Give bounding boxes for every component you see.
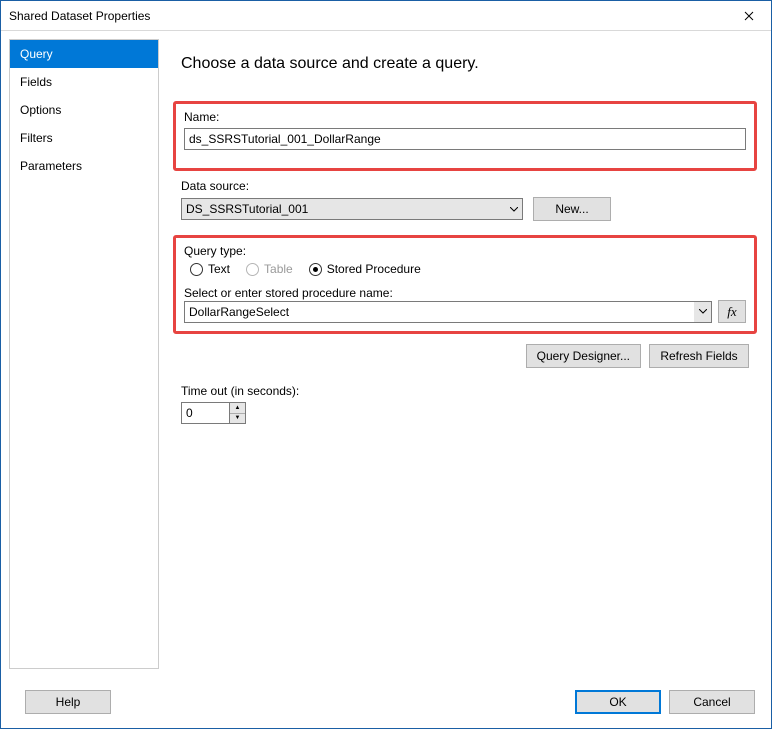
- radio-icon: [246, 263, 259, 276]
- spinner-up-icon[interactable]: ▲: [230, 403, 245, 414]
- refresh-fields-button[interactable]: Refresh Fields: [649, 344, 749, 368]
- sidebar-item-query[interactable]: Query: [10, 40, 158, 68]
- sp-name-select[interactable]: DollarRangeSelect: [184, 301, 712, 323]
- radio-table-label: Table: [264, 262, 293, 276]
- name-highlight: Name:: [173, 101, 757, 171]
- querytype-label: Query type:: [184, 244, 246, 258]
- chevron-down-icon: [694, 302, 711, 322]
- timeout-label: Time out (in seconds):: [181, 384, 749, 398]
- sp-name-value: DollarRangeSelect: [189, 305, 289, 319]
- querytype-highlight: Query type: Text Table Stored Procedure …: [173, 235, 757, 334]
- radio-text-label: Text: [208, 262, 230, 276]
- cancel-button[interactable]: Cancel: [669, 690, 755, 714]
- name-input[interactable]: [184, 128, 746, 150]
- close-button[interactable]: [726, 1, 771, 31]
- sidebar-item-fields[interactable]: Fields: [10, 68, 158, 96]
- sidebar-item-filters[interactable]: Filters: [10, 124, 158, 152]
- sidebar-item-parameters[interactable]: Parameters: [10, 152, 158, 180]
- radio-table: Table: [246, 262, 293, 276]
- fx-expression-button[interactable]: fx: [718, 300, 746, 323]
- content-pane: Choose a data source and create a query.…: [159, 31, 771, 677]
- query-designer-button[interactable]: Query Designer...: [526, 344, 641, 368]
- chevron-down-icon: [505, 199, 522, 219]
- new-datasource-button[interactable]: New...: [533, 197, 611, 221]
- radio-icon: [190, 263, 203, 276]
- close-icon: [744, 11, 754, 21]
- sp-name-label: Select or enter stored procedure name:: [184, 286, 393, 300]
- dialog-footer: Help OK Cancel: [1, 677, 771, 727]
- fx-icon: fx: [727, 304, 736, 320]
- datasource-value: DS_SSRSTutorial_001: [186, 202, 308, 216]
- sidebar: Query Fields Options Filters Parameters: [9, 39, 159, 669]
- sidebar-item-options[interactable]: Options: [10, 96, 158, 124]
- titlebar: Shared Dataset Properties: [1, 1, 771, 31]
- window-title: Shared Dataset Properties: [9, 9, 726, 23]
- name-label: Name:: [184, 110, 746, 124]
- radio-sp-label: Stored Procedure: [327, 262, 421, 276]
- timeout-spinner[interactable]: ▲ ▼: [229, 402, 246, 424]
- radio-text[interactable]: Text: [190, 262, 230, 276]
- spinner-down-icon[interactable]: ▼: [230, 414, 245, 424]
- radio-stored-procedure[interactable]: Stored Procedure: [309, 262, 421, 276]
- datasource-label: Data source:: [181, 179, 749, 193]
- page-heading: Choose a data source and create a query.: [181, 55, 749, 73]
- timeout-input[interactable]: [181, 402, 229, 424]
- datasource-select[interactable]: DS_SSRSTutorial_001: [181, 198, 523, 220]
- ok-button[interactable]: OK: [575, 690, 661, 714]
- radio-icon: [309, 263, 322, 276]
- help-button[interactable]: Help: [25, 690, 111, 714]
